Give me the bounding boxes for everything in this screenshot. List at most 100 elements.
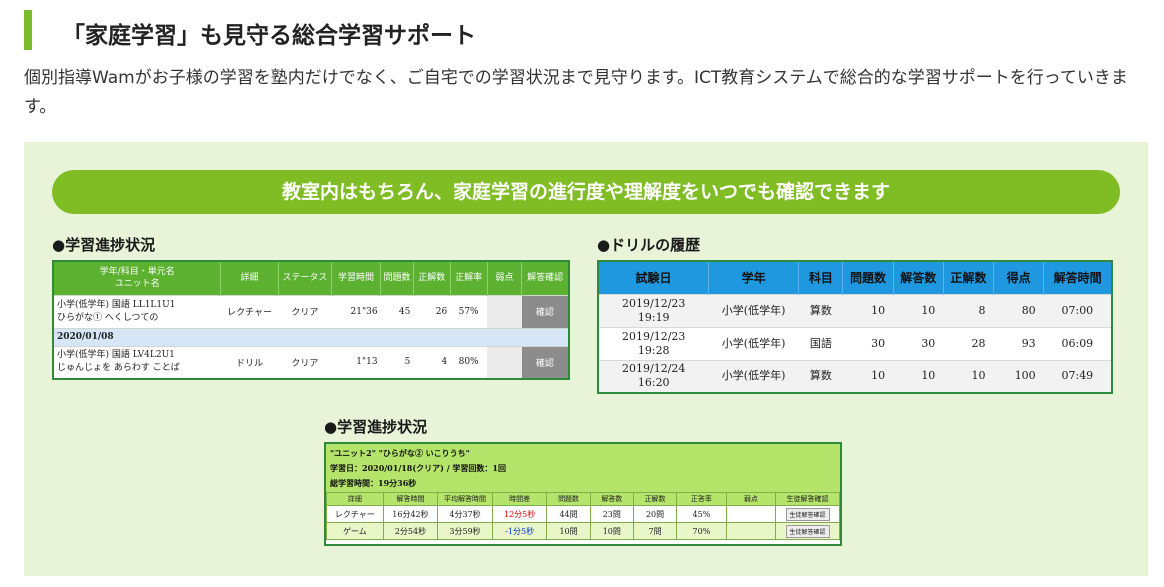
weak-cell (487, 294, 522, 328)
col-answer-time: 解答時間 (382, 492, 439, 506)
detail-cell: ゲーム (326, 522, 384, 540)
score-cell: 93 (993, 326, 1044, 360)
drill-col-grade: 学年 (707, 261, 799, 294)
unit-name: 小学(低学年) 国語 LV4L2U1 じゅんじょを あらわす ことば (53, 345, 221, 379)
answers-cell: 10 (893, 359, 944, 393)
confirm-button[interactable]: 確認 (521, 294, 569, 328)
feature-panel: 教室内はもちろん、家庭学習の進行度や理解度をいつでも確認できます ●学習進捗状況… (24, 142, 1148, 576)
progress-col-weak: 弱点 (486, 261, 522, 295)
heading-accent-bar (24, 10, 32, 50)
correct-cell: 7問 (632, 522, 678, 540)
subject-cell: 算数 (798, 293, 843, 327)
unit-name-line: "ユニット2" "ひらがな② いこりうち" (330, 448, 470, 458)
rate-cell: 57% (450, 294, 488, 328)
exam-date: 2019/12/24 16:20 (598, 359, 709, 393)
answers-cell: 10 (893, 293, 944, 327)
unit-progress-header-row: 詳細 解答時間 平均解答時間 時間差 問題数 解答数 正解数 正答率 弱点 生徒… (326, 492, 840, 506)
weak-cell (725, 522, 777, 540)
answers-cell: 23問 (589, 505, 634, 523)
progress-title: ●学習進捗状況 (52, 236, 156, 254)
questions-cell: 10問 (546, 522, 591, 540)
drill-col-answers: 解答数 (892, 261, 944, 294)
col-detail: 詳細 (326, 492, 384, 506)
unit-progress-table: 詳細 解答時間 平均解答時間 時間差 問題数 解答数 正解数 正答率 弱点 生徒… (326, 492, 840, 540)
detail-cell: レクチャー (326, 505, 384, 523)
progress-col-confirm: 解答確認 (521, 261, 569, 295)
score-cell: 80 (993, 293, 1044, 327)
drill-table: 試験日 学年 科目 問題数 解答数 正解数 得点 解答時間 2019/12/23… (597, 260, 1113, 394)
weak-cell (487, 345, 522, 379)
progress-header-row: 学年/科目・単元名 ユニット名 詳細 ステータス 学習時間 問題数 正解数 正解… (52, 261, 569, 295)
subject-cell: 国語 (798, 326, 843, 360)
questions-cell: 5 (380, 345, 414, 379)
drill-col-date: 試験日 (597, 261, 709, 294)
progress-col-detail: 詳細 (220, 261, 279, 295)
intro-text: 個別指導Wamがお子様の学習を塾内だけでなく、ご自宅での学習状況まで見守ります。… (24, 68, 1128, 117)
questions-cell: 45 (380, 294, 414, 328)
section-heading: 「家庭学習」も見守る総合学習サポート (24, 10, 724, 50)
answers-cell: 10問 (589, 522, 634, 540)
student-answer-button[interactable]: 生徒解答確認 (785, 507, 830, 521)
col-student-answer: 生徒解答確認 (775, 492, 840, 506)
avg-time-cell: 3分59秒 (437, 522, 493, 540)
time-cell: 21"36 (331, 294, 381, 328)
questions-cell: 10 (842, 359, 894, 393)
progress-col-unit: 学年/科目・単元名 ユニット名 (52, 261, 221, 295)
drill-header-row: 試験日 学年 科目 問題数 解答数 正解数 得点 解答時間 (597, 261, 1112, 294)
correct-cell: 8 (943, 293, 994, 327)
drill-col-subject: 科目 (798, 261, 843, 294)
student-answer-button[interactable]: 生徒解答確認 (785, 524, 830, 538)
col-time-diff: 時間差 (491, 492, 548, 506)
col-answers: 解答数 (589, 492, 634, 506)
answer-time-cell: 16分42秒 (382, 505, 439, 523)
drill-title: ●ドリルの履歴 (597, 236, 701, 254)
correct-cell: 10 (943, 359, 994, 393)
exam-date: 2019/12/23 19:19 (598, 293, 709, 327)
col-rate: 正答率 (676, 492, 727, 506)
progress-col-rate: 正解率 (449, 261, 488, 295)
status-cell: クリア (278, 294, 332, 328)
progress-col-time: 学習時間 (330, 261, 381, 295)
study-date-line: 学習日：2020/01/18(クリア) / 学習回数：1回 (330, 463, 507, 473)
confirm-button[interactable]: 確認 (521, 345, 569, 379)
date-row: 2020/01/08 (53, 327, 569, 346)
weak-cell (725, 505, 777, 523)
answer-time-cell: 07:49 (1043, 359, 1112, 393)
page-title: 「家庭学習」も見守る総合学習サポート (62, 23, 476, 49)
time-diff-cell: 12分5秒 (491, 505, 548, 523)
detail-cell: レクチャー (220, 294, 279, 328)
col-questions: 問題数 (546, 492, 591, 506)
exam-date: 2019/12/23 19:28 (598, 326, 709, 360)
correct-cell: 4 (413, 345, 451, 379)
table-row: 小学(低学年) 国語 LL1L1U1 ひらがな① へくしつての レクチャー クリ… (53, 294, 569, 328)
drill-col-score: 得点 (992, 261, 1044, 294)
col-weak: 弱点 (725, 492, 777, 506)
time-diff-cell: -1分5秒 (491, 522, 548, 540)
questions-cell: 30 (842, 326, 894, 360)
rate-cell: 45% (676, 505, 727, 523)
table-row: 2019/12/23 19:28 小学(低学年) 国語 30 30 28 93 … (598, 326, 1112, 360)
col-avg-time: 平均解答時間 (437, 492, 493, 506)
progress-col-questions: 問題数 (380, 261, 414, 295)
progress-col-status: ステータス (277, 261, 332, 295)
drill-col-questions: 問題数 (842, 261, 894, 294)
score-cell: 100 (993, 359, 1044, 393)
avg-time-cell: 4分37秒 (437, 505, 493, 523)
answer-time-cell: 06:09 (1043, 326, 1112, 360)
rate-cell: 80% (450, 345, 488, 379)
grade-cell: 小学(低学年) (708, 359, 799, 393)
subject-cell: 算数 (798, 359, 843, 393)
detail-cell: ドリル (220, 345, 279, 379)
correct-cell: 20問 (632, 505, 678, 523)
questions-cell: 10 (842, 293, 894, 327)
table-row: ゲーム 2分54秒 3分59秒 -1分5秒 10問 10問 7問 70% 生徒解… (326, 522, 840, 540)
correct-cell: 26 (413, 294, 451, 328)
table-row: 2019/12/24 16:20 小学(低学年) 算数 10 10 10 100… (598, 359, 1112, 393)
table-row: レクチャー 16分42秒 4分37秒 12分5秒 44問 23問 20問 45%… (326, 505, 840, 523)
progress-table: 学年/科目・単元名 ユニット名 詳細 ステータス 学習時間 問題数 正解数 正解… (52, 260, 570, 380)
unit-progress-card: "ユニット2" "ひらがな② いこりうち" 学習日：2020/01/18(クリア… (324, 442, 842, 546)
col-correct: 正解数 (632, 492, 678, 506)
status-cell: クリア (278, 345, 332, 379)
student-answer-cell: 生徒解答確認 (775, 522, 840, 540)
unit-name: 小学(低学年) 国語 LL1L1U1 ひらがな① へくしつての (53, 294, 221, 328)
